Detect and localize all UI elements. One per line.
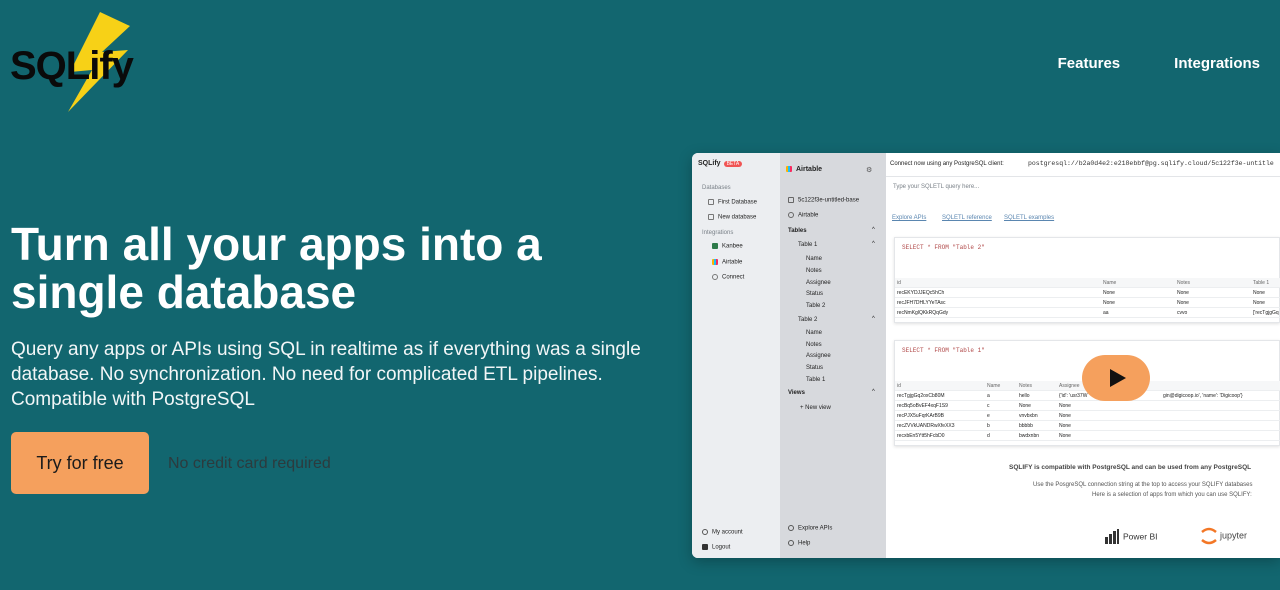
field-item[interactable]: Status [806, 291, 823, 297]
compat-line-2: Here is a selection of apps from which y… [1092, 492, 1252, 498]
panel-source[interactable]: Airtable [788, 212, 818, 219]
field-item[interactable]: Status [806, 365, 823, 371]
sidebar-item-new-database[interactable]: New database [708, 214, 756, 221]
panel-base[interactable]: 5c122f3e-untitled-base [788, 197, 859, 204]
try-for-free-button[interactable]: Try for free [11, 432, 149, 494]
database-icon [788, 197, 794, 203]
field-item[interactable]: Notes [806, 342, 822, 348]
query-workspace: Connect now using any PostgreSQL client:… [886, 153, 1280, 558]
sidebar-item-my-account[interactable]: My account [702, 529, 743, 536]
chevron-up-icon[interactable]: ^ [872, 241, 875, 247]
table-row: recxbEn5Ytt5hFcbD0 d bwdxnbn None [895, 431, 1280, 441]
integrations-heading: Integrations [702, 230, 734, 236]
sidebar-item-connect[interactable]: Connect [712, 274, 744, 281]
app-brand: SQLify BETA [698, 160, 743, 167]
user-icon [702, 529, 708, 535]
table-row: recJFH7DHLYYeTAsc None None None [895, 298, 1280, 308]
table-2-item[interactable]: Table 2 [798, 317, 817, 323]
table-row: recZVVkUANDRwXfeXX3 b bbbbb None [895, 421, 1280, 431]
tables-heading: Tables [788, 228, 807, 234]
power-bi-icon [1105, 529, 1119, 544]
app-sidebar: SQLify BETA Databases First Database New … [692, 153, 780, 558]
integration-panel: Airtable ⚙ 5c122f3e-untitled-base Airtab… [780, 153, 886, 558]
explore-apis-link[interactable]: Explore APIs [892, 215, 926, 221]
play-icon [1110, 369, 1126, 387]
nav-integrations[interactable]: Integrations [1174, 55, 1260, 72]
query-result-card: SELECT * FROM "Table 2" id Name Notes Ta… [894, 237, 1280, 323]
sqlify-logo[interactable]: SQLify [10, 12, 140, 114]
compat-title: SQLIFY is compatible with PostgreSQL and… [1009, 464, 1252, 471]
nav-features[interactable]: Features [1058, 55, 1121, 72]
chevron-up-icon[interactable]: ^ [872, 316, 875, 322]
result-table: id Name Notes Table 1 recEKYDJJEQc5hCh N… [895, 278, 1280, 318]
globe-icon [788, 525, 794, 531]
hero-title: Turn all your apps into a single databas… [11, 218, 542, 318]
table-header-row: id Name Notes Table 1 [895, 278, 1280, 288]
table-row: recBq5oBvEF4xqF1S9 c None None [895, 401, 1280, 411]
table-row: recNmKglQKkRQqGdy aa cvvo ['recTgjgGq [895, 308, 1280, 318]
jupyter-icon [1201, 527, 1217, 545]
compat-line-1: Use the PosgreSQL connection string at t… [1033, 482, 1253, 488]
plug-icon [712, 274, 718, 280]
link-icon [788, 212, 794, 218]
table-1-item[interactable]: Table 1 [798, 242, 817, 248]
query-sql: SELECT * FROM "Table 2" [902, 244, 985, 251]
app-screenshot: SQLify BETA Databases First Database New … [692, 153, 1280, 558]
jupyter-logo[interactable]: jupyter [1200, 526, 1247, 546]
table-row: recPJX5uFqrKArB9B e vnvbxbn None [895, 411, 1280, 421]
top-nav: Features Integrations [1058, 55, 1260, 72]
power-bi-logo[interactable]: Power BI [1104, 529, 1158, 545]
chevron-up-icon[interactable]: ^ [872, 389, 875, 395]
field-item[interactable]: Assignee [806, 353, 831, 359]
database-icon [708, 199, 714, 205]
beta-badge: BETA [723, 161, 743, 167]
sidebar-item-airtable[interactable]: Airtable [712, 259, 742, 266]
new-view-button[interactable]: + New view [800, 405, 831, 411]
field-item[interactable]: Table 2 [806, 303, 825, 309]
hero-subtitle: Query any apps or APIs using SQL in real… [11, 339, 641, 410]
table-row: recEKYDJJEQc5hCh None None None [895, 288, 1280, 298]
logout-icon [702, 544, 708, 550]
help-icon [788, 540, 794, 546]
kanbee-icon [712, 243, 718, 249]
help-link[interactable]: Help [788, 540, 810, 547]
chevron-up-icon[interactable]: ^ [872, 227, 875, 233]
connect-label: Connect now using any PostgreSQL client: [890, 161, 1004, 167]
explore-apis-link[interactable]: Explore APIs [788, 525, 832, 532]
cta-note: No credit card required [168, 455, 331, 472]
sqletl-examples-link[interactable]: SQLETL examples [1004, 215, 1054, 221]
sidebar-item-first-database[interactable]: First Database [708, 199, 757, 206]
connection-bar: Connect now using any PostgreSQL client:… [886, 153, 1280, 177]
views-heading: Views [788, 390, 805, 396]
airtable-icon [712, 259, 718, 265]
query-input[interactable]: Type your SQLETL query here... [893, 184, 979, 190]
field-item[interactable]: Table 1 [806, 377, 825, 383]
plus-icon [708, 214, 714, 220]
field-item[interactable]: Name [806, 330, 822, 336]
field-item[interactable]: Notes [806, 268, 822, 274]
field-item[interactable]: Name [806, 256, 822, 262]
sidebar-item-logout[interactable]: Logout [702, 544, 730, 551]
sidebar-item-kanbee[interactable]: Kanbee [712, 243, 743, 250]
query-sql: SELECT * FROM "Table 1" [902, 347, 985, 354]
settings-icon[interactable]: ⚙ [866, 166, 872, 174]
databases-heading: Databases [702, 185, 731, 191]
logo-text: SQLify [10, 44, 134, 88]
connection-string[interactable]: postgresql://b2a0d4e2:e218ebbf@pg.sqlify… [1028, 160, 1274, 167]
airtable-icon [786, 166, 792, 173]
sqletl-reference-link[interactable]: SQLETL reference [942, 215, 992, 221]
field-item[interactable]: Assignee [806, 280, 831, 286]
panel-title: Airtable [786, 166, 822, 173]
play-video-button[interactable] [1082, 355, 1150, 401]
